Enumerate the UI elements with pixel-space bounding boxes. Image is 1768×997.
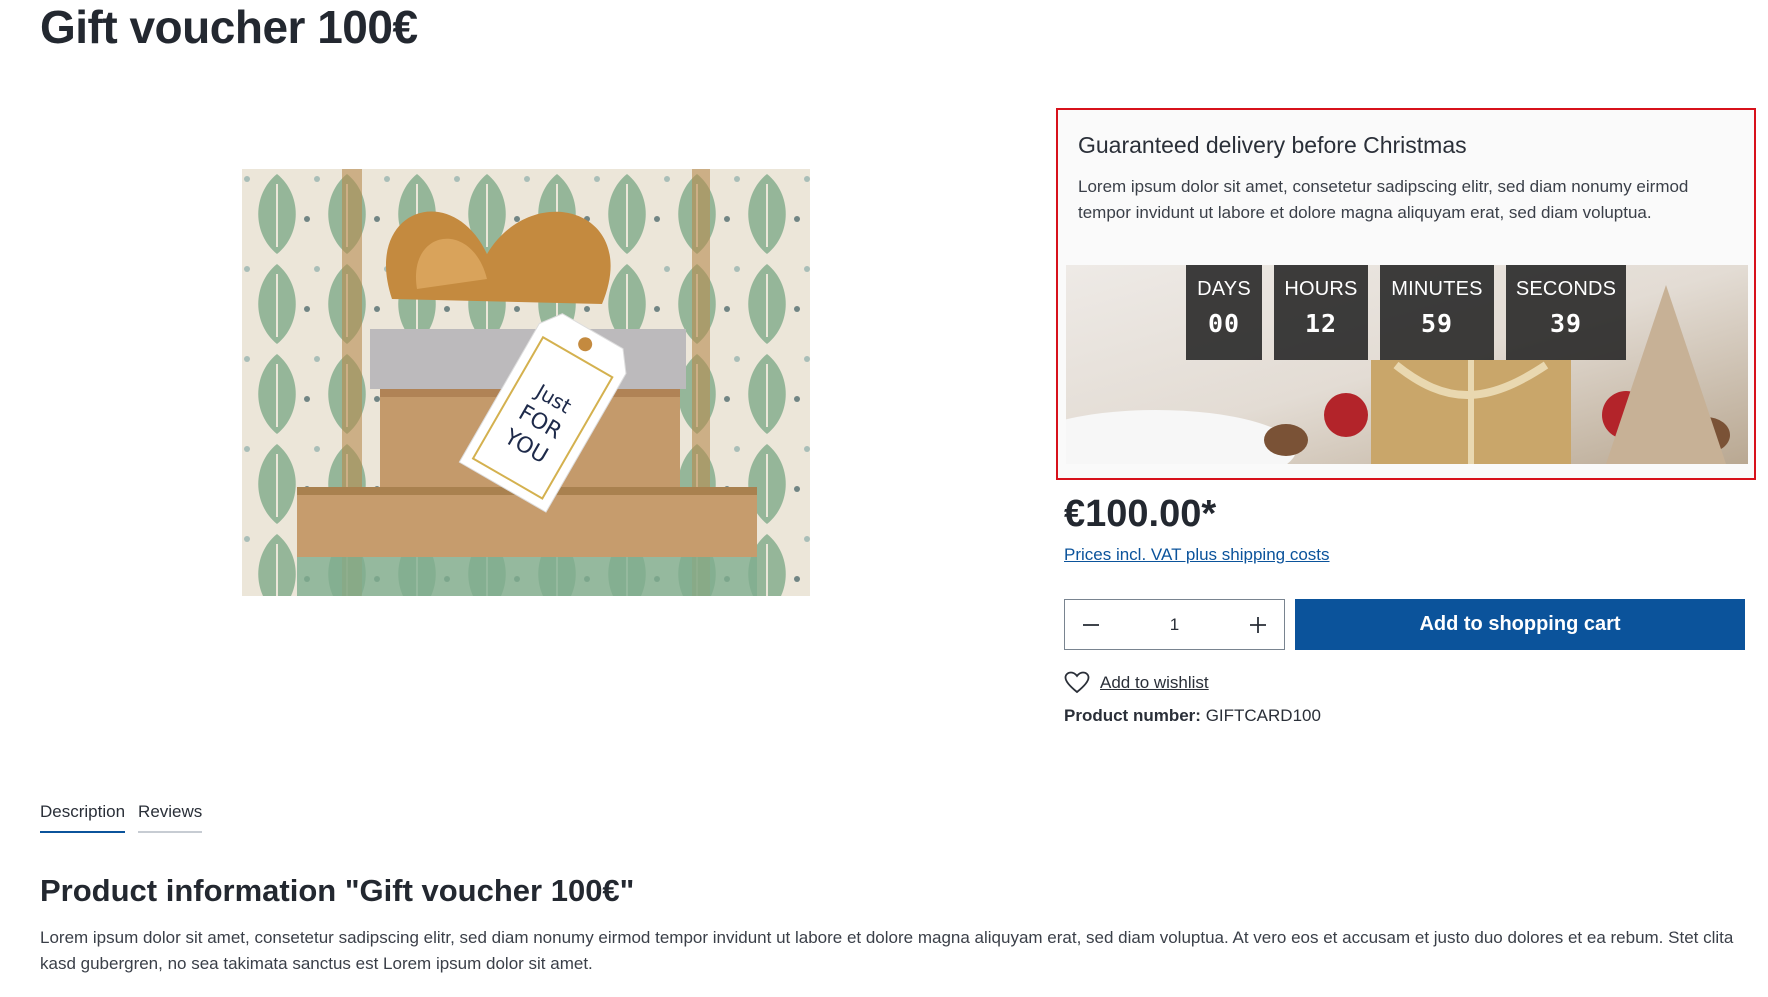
quantity-input[interactable]: 1 [1117,615,1232,635]
minus-icon [1083,623,1099,626]
countdown-banner: DAYS 00 HOURS 12 MINUTES 59 SECONDS 39 [1066,265,1748,464]
wishlist-label: Add to wishlist [1100,673,1209,692]
decrease-quantity-button[interactable] [1065,600,1117,649]
heart-icon [1064,671,1090,694]
product-tabs: Description Reviews [40,802,203,833]
quantity-stepper: 1 [1064,599,1285,650]
countdown-value: 39 [1549,309,1583,338]
promo-text: Lorem ipsum dolor sit amet, consetetur s… [1078,177,1689,222]
tab-reviews[interactable]: Reviews [138,802,203,833]
product-number-label: Product number: [1064,706,1201,725]
christmas-delivery-box: Guaranteed delivery before Christmas Lor… [1056,108,1756,480]
product-price: €100.00* [1064,493,1217,535]
product-information-text: Lorem ipsum dolor sit amet, consetetur s… [40,928,1734,973]
countdown-hours: HOURS 12 [1274,265,1368,360]
product-information-title: Product information "Gift voucher 100€" [40,873,635,908]
add-to-cart-button[interactable]: Add to shopping cart [1295,599,1745,650]
product-number: Product number: GIFTCARD100 [1064,706,1321,726]
page-title: Gift voucher 100€ [40,1,418,53]
plus-icon [1250,616,1266,633]
product-image[interactable]: Just FOR YOU [242,169,810,596]
countdown-label: SECONDS [1515,278,1617,300]
tab-description[interactable]: Description [40,802,126,833]
countdown-value: 12 [1304,309,1338,338]
countdown-minutes: MINUTES 59 [1380,265,1494,360]
countdown-label: HOURS [1284,278,1358,300]
countdown-timer: DAYS 00 HOURS 12 MINUTES 59 SECONDS 39 [1186,265,1626,360]
shipping-costs-link[interactable]: Prices incl. VAT plus shipping costs [1064,545,1330,565]
increase-quantity-button[interactable] [1232,600,1284,649]
countdown-days: DAYS 00 [1186,265,1262,360]
promo-title: Guaranteed delivery before Christmas [1078,132,1467,158]
countdown-label: DAYS [1197,278,1251,300]
add-to-wishlist-button[interactable]: Add to wishlist [1064,671,1209,695]
countdown-value: 59 [1420,309,1454,338]
countdown-label: MINUTES [1391,278,1483,300]
countdown-seconds: SECONDS 39 [1506,265,1626,360]
product-number-value: GIFTCARD100 [1205,706,1321,725]
countdown-value: 00 [1207,309,1241,338]
